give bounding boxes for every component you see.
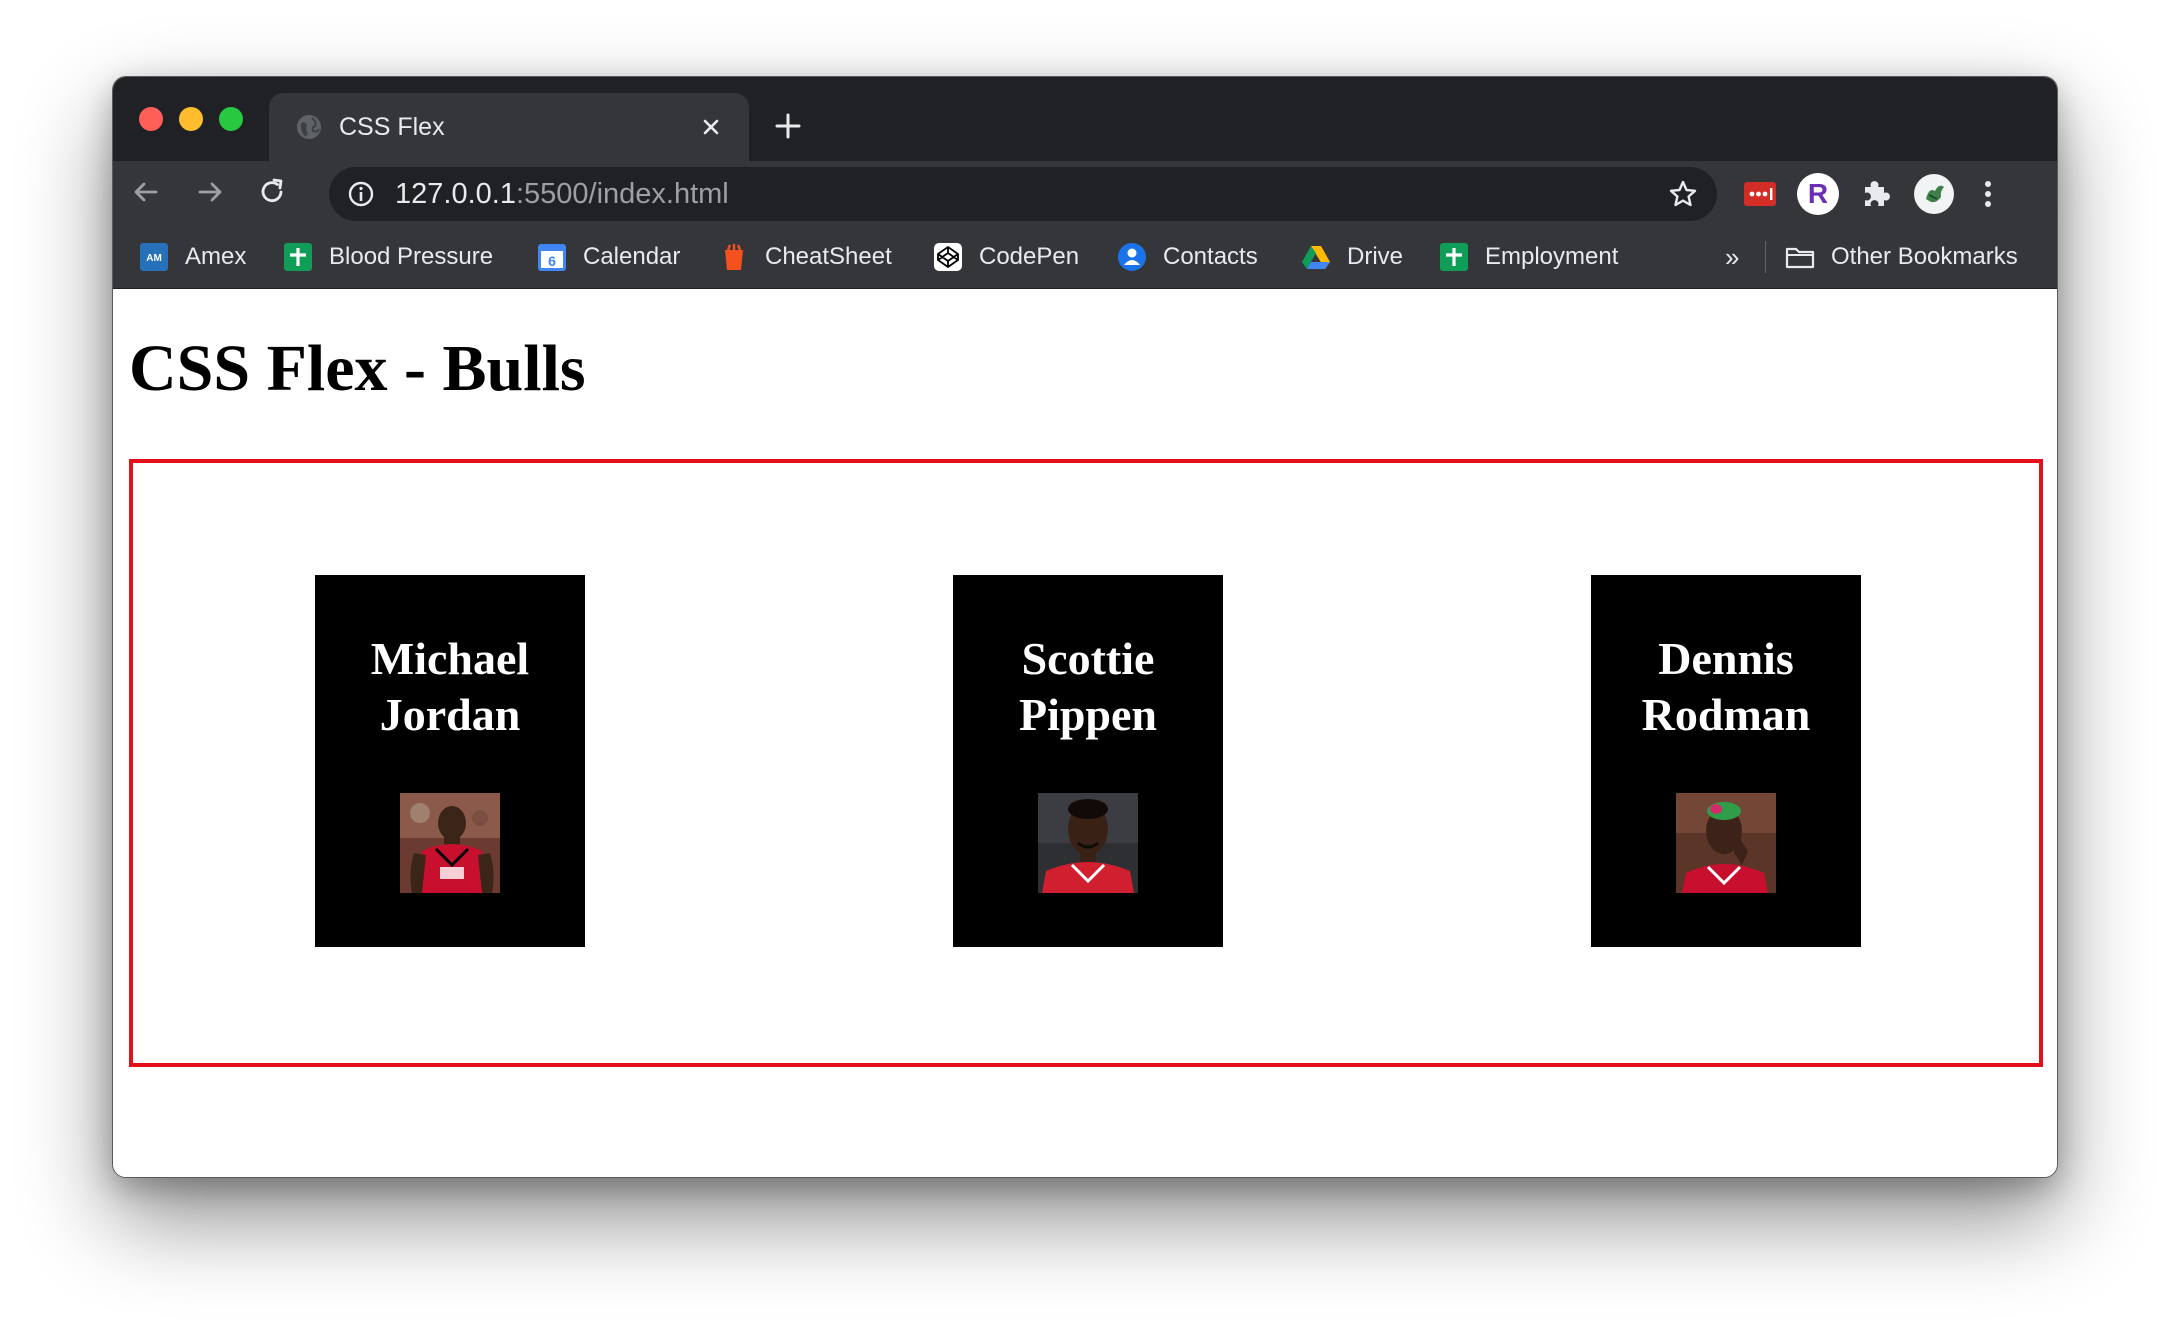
sheets-icon (284, 243, 312, 271)
profile-r-extension-icon[interactable]: R (1797, 173, 1839, 215)
page-viewport: CSS Flex - Bulls Michael Jordan Scottie … (113, 289, 2057, 1177)
new-tab-icon[interactable] (773, 111, 803, 141)
tab-strip: CSS Flex (113, 77, 2057, 161)
globe-icon (297, 115, 321, 139)
bookmark-codepen[interactable]: CodePen (933, 239, 1079, 275)
account-avatar-icon[interactable] (1913, 173, 1955, 215)
other-bookmarks[interactable]: Other Bookmarks (1785, 239, 2018, 275)
tab-css-flex[interactable]: CSS Flex (269, 93, 749, 161)
player-name: Scottie Pippen (1018, 633, 1158, 740)
close-tab-icon[interactable] (697, 113, 725, 141)
url-path: :5500/index.html (515, 178, 729, 210)
bookmark-blood-pressure[interactable]: Blood Pressure (283, 239, 493, 275)
flex-container: Michael Jordan Scottie Pippen Dennis Rod… (129, 459, 2043, 1067)
sheets-icon (1440, 243, 1468, 271)
forward-arrow-icon[interactable] (193, 175, 227, 209)
player-name: Michael Jordan (370, 633, 530, 740)
bookmark-star-icon[interactable] (1667, 178, 1699, 210)
bookmarks-divider (1765, 241, 1766, 273)
bookmark-drive[interactable]: Drive (1301, 239, 1403, 275)
close-window-button[interactable] (139, 107, 163, 131)
svg-text:AM: AM (146, 253, 162, 264)
menu-kebab-icon[interactable] (1973, 173, 2003, 215)
address-bar[interactable]: 127.0.0.1:5500/index.html (329, 167, 1717, 221)
bookmark-cheatsheet[interactable]: CheatSheet (719, 239, 892, 275)
minimize-window-button[interactable] (179, 107, 203, 131)
svg-text:6: 6 (548, 253, 556, 269)
codepen-icon (934, 243, 962, 271)
contacts-icon (1118, 243, 1146, 271)
url-text: 127.0.0.1:5500/index.html (395, 177, 729, 211)
folder-icon (1785, 247, 1815, 269)
bookmarks-bar: AM Amex Blood Pressure 6 Calendar CheatS… (113, 225, 2057, 289)
back-arrow-icon[interactable] (129, 175, 163, 209)
calendar-icon: 6 (538, 244, 566, 271)
info-icon[interactable] (347, 180, 375, 208)
browser-window: CSS Flex 127.0.0.1:5500/index.html R AM … (112, 76, 2058, 1178)
extensions-puzzle-icon[interactable] (1855, 173, 1897, 215)
amex-icon: AM (140, 243, 168, 271)
player-card: Scottie Pippen (953, 575, 1223, 947)
bookmark-amex[interactable]: AM Amex (139, 239, 246, 275)
jordan-photo (400, 793, 500, 893)
drive-icon (1302, 246, 1330, 269)
page-title: CSS Flex - Bulls (129, 332, 586, 405)
reload-icon[interactable] (255, 175, 289, 209)
cheatsheet-icon (725, 244, 743, 270)
lastpass-extension-icon[interactable] (1739, 173, 1781, 215)
url-host: 127.0.0.1 (395, 178, 516, 210)
player-card: Michael Jordan (315, 575, 585, 947)
pippen-photo (1038, 793, 1138, 893)
bookmark-employment[interactable]: Employment (1439, 239, 1618, 275)
maximize-window-button[interactable] (219, 107, 243, 131)
bookmarks-overflow-button[interactable]: » (1725, 239, 1739, 275)
tab-title: CSS Flex (339, 113, 445, 141)
bookmark-calendar[interactable]: 6 Calendar (537, 239, 680, 275)
player-card: Dennis Rodman (1591, 575, 1861, 947)
bookmark-contacts[interactable]: Contacts (1117, 239, 1258, 275)
rodman-photo (1676, 793, 1776, 893)
player-name: Dennis Rodman (1641, 633, 1811, 740)
browser-toolbar: 127.0.0.1:5500/index.html R (113, 161, 2057, 225)
